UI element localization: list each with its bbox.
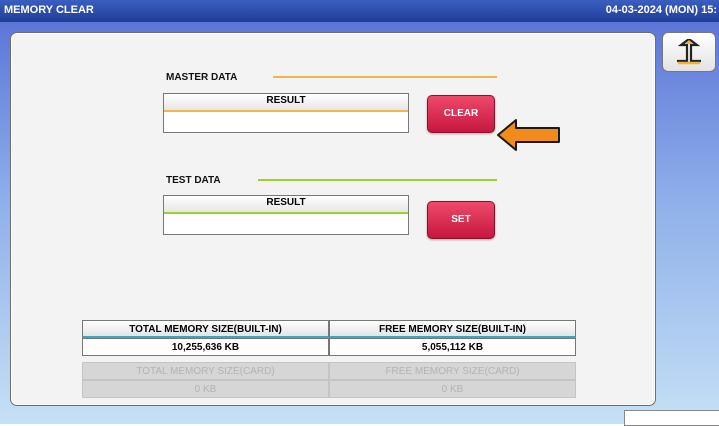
test-result-header: RESULT bbox=[164, 196, 408, 212]
total-builtin-value: 10,255,636 KB bbox=[82, 338, 329, 356]
free-card-header: FREE MEMORY SIZE(CARD) bbox=[329, 362, 576, 380]
free-builtin-header: FREE MEMORY SIZE(BUILT-IN) bbox=[329, 320, 576, 338]
total-card-header: TOTAL MEMORY SIZE(CARD) bbox=[82, 362, 329, 380]
master-result-box: RESULT bbox=[163, 93, 409, 133]
master-result-header: RESULT bbox=[164, 94, 408, 110]
window-title: MEMORY CLEAR bbox=[4, 4, 94, 16]
background: MASTER DATA RESULT CLEAR TEST DATA RESUL… bbox=[0, 22, 719, 426]
free-builtin-value: 5,055,112 KB bbox=[329, 338, 576, 356]
set-button[interactable]: SET bbox=[427, 201, 495, 239]
datetime-display: 04-03-2024 (MON) 15: bbox=[605, 4, 717, 16]
title-bar: MEMORY CLEAR 04-03-2024 (MON) 15: bbox=[0, 0, 719, 22]
master-data-divider bbox=[273, 76, 497, 78]
clear-button[interactable]: CLEAR bbox=[427, 95, 495, 133]
test-data-divider bbox=[258, 179, 497, 181]
master-result-accent bbox=[164, 110, 408, 112]
test-data-label: TEST DATA bbox=[166, 175, 221, 186]
test-result-box: RESULT bbox=[163, 195, 409, 235]
test-result-accent bbox=[164, 212, 408, 214]
total-card-value: 0 KB bbox=[82, 380, 329, 398]
master-data-label: MASTER DATA bbox=[166, 72, 238, 83]
memory-table: TOTAL MEMORY SIZE(BUILT-IN) FREE MEMORY … bbox=[82, 320, 576, 398]
free-card-value: 0 KB bbox=[329, 380, 576, 398]
pointer-arrow-icon bbox=[497, 119, 560, 151]
return-arrow-icon bbox=[677, 39, 701, 65]
back-button[interactable] bbox=[662, 32, 716, 72]
total-builtin-header: TOTAL MEMORY SIZE(BUILT-IN) bbox=[82, 320, 329, 338]
